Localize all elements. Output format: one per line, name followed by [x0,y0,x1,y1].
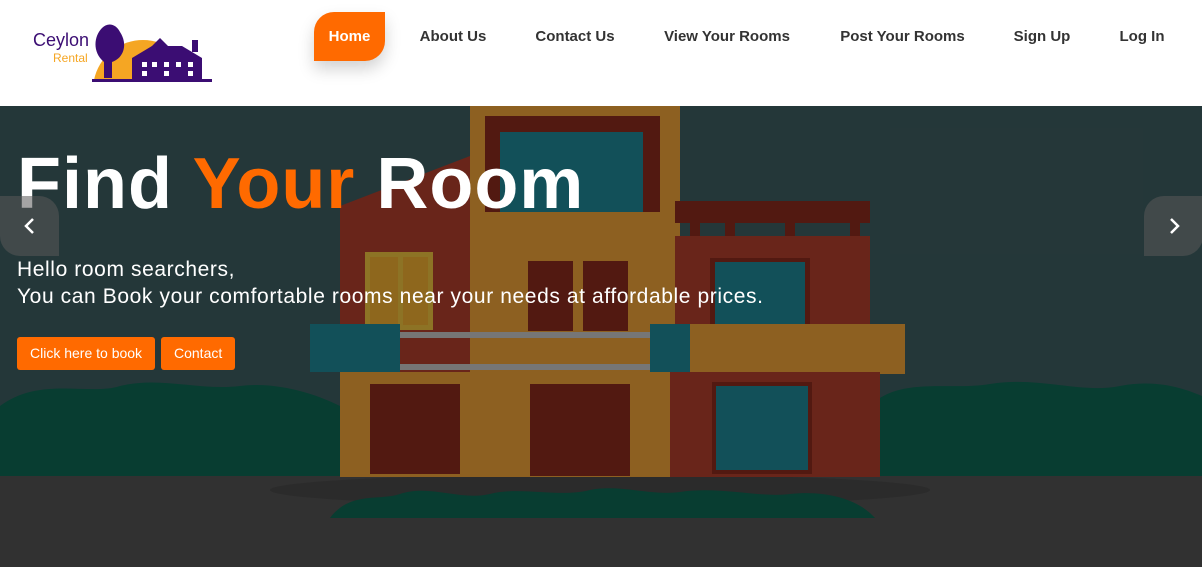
nav-contact-us[interactable]: Contact Us [527,12,623,61]
hero-subtitle-line-1: Hello room searchers, [17,258,236,281]
contact-button[interactable]: Contact [161,337,236,370]
nav-post-your-rooms[interactable]: Post Your Rooms [832,12,973,61]
book-button[interactable]: Click here to book [17,337,156,370]
chevron-right-icon [1169,218,1180,234]
main-nav: Home About Us Contact Us View Your Rooms… [0,0,1202,106]
hero-subtitle: Hello room searchers, You can Book your … [17,256,764,310]
hero-title-word-3: Room [376,144,585,224]
hero-carousel: Find Your Room Hello room searchers, You… [0,106,1202,567]
nav-view-your-rooms[interactable]: View Your Rooms [655,12,799,61]
nav-about-us[interactable]: About Us [410,12,496,61]
chevron-left-icon [23,218,34,234]
hero-title-accent: Your [192,144,356,224]
carousel-prev-button[interactable] [0,196,59,256]
carousel-next-button[interactable] [1144,196,1202,256]
hero-title: Find Your Room [17,144,584,224]
nav-log-in[interactable]: Log In [1112,12,1172,61]
navbar: Ceylon Rental Home About Us Contact Us V… [0,0,1202,106]
nav-home[interactable]: Home [314,12,385,61]
hero-subtitle-line-2: You can Book your comfortable rooms near… [17,285,764,308]
nav-sign-up[interactable]: Sign Up [1006,12,1078,61]
